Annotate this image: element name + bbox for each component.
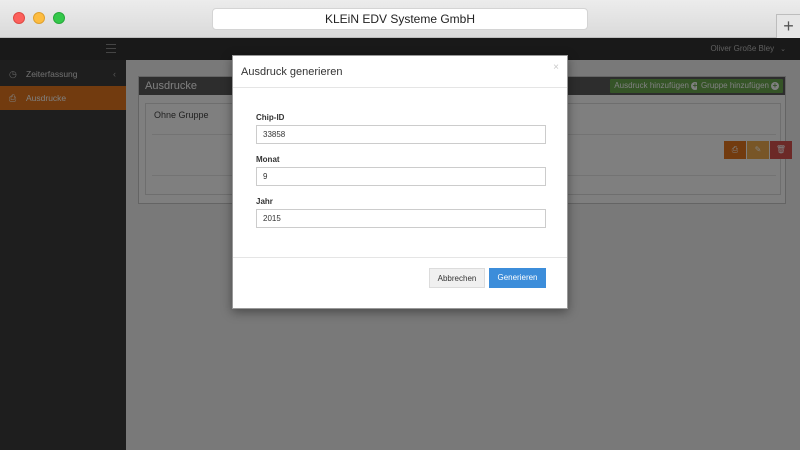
new-tab-button[interactable]: + — [776, 14, 800, 38]
year-field[interactable] — [256, 209, 546, 228]
modal-title: Ausdruck generieren — [241, 66, 343, 78]
chip-id-label: Chip-ID — [256, 113, 285, 122]
browser-chrome: KLEiN EDV Systeme GmbH + — [0, 0, 800, 38]
maximize-window-button[interactable] — [53, 12, 65, 24]
cancel-button[interactable]: Abbrechen — [429, 268, 485, 288]
modal-body: Chip-ID Monat Jahr — [233, 88, 567, 258]
close-window-button[interactable] — [13, 12, 25, 24]
month-field[interactable] — [256, 167, 546, 186]
minimize-window-button[interactable] — [33, 12, 45, 24]
month-label: Monat — [256, 155, 280, 164]
generate-print-dialog: Ausdruck generieren × Chip-ID Monat Jahr… — [232, 55, 568, 309]
generate-button[interactable]: Generieren — [489, 268, 546, 288]
modal-header: Ausdruck generieren × — [233, 56, 567, 88]
address-bar[interactable]: KLEiN EDV Systeme GmbH — [212, 8, 588, 30]
close-icon[interactable]: × — [553, 62, 559, 73]
modal-footer: Abbrechen Generieren — [233, 258, 567, 308]
year-label: Jahr — [256, 197, 273, 206]
chip-id-field[interactable] — [256, 125, 546, 144]
